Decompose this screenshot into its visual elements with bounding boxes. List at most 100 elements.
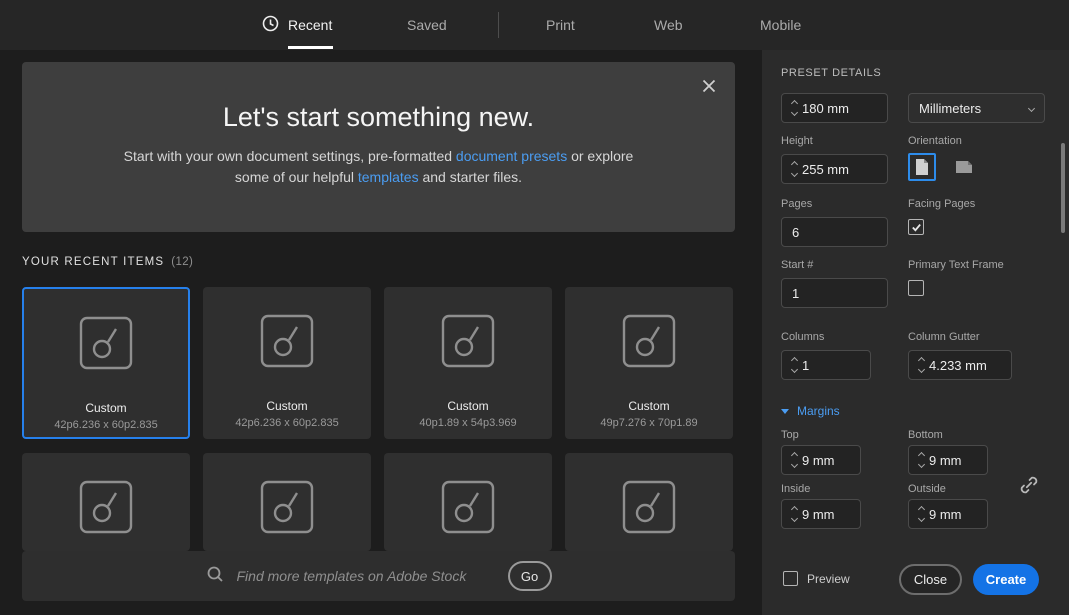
document-thumbnail-icon [78, 479, 134, 540]
template-search-bar: Go [22, 551, 735, 601]
portrait-page-icon [915, 158, 929, 176]
recent-item-card[interactable] [384, 453, 552, 551]
hero-panel: Let's start something new. Start with yo… [22, 62, 735, 232]
search-icon [206, 565, 224, 588]
margin-top-label: Top [781, 429, 799, 441]
pages-field[interactable] [781, 217, 888, 247]
tab-web-label: Web [654, 17, 683, 33]
increment-icon[interactable] [791, 452, 798, 459]
tab-mobile[interactable]: Mobile [760, 0, 801, 50]
height-input[interactable] [802, 162, 887, 177]
decrement-icon[interactable] [918, 461, 925, 468]
document-thumbnail-icon [78, 315, 134, 376]
decrement-icon[interactable] [791, 170, 798, 177]
pages-input[interactable] [782, 225, 887, 240]
pages-label: Pages [781, 198, 812, 210]
orientation-landscape-button[interactable] [950, 153, 978, 181]
stepper-arrows[interactable] [909, 453, 929, 467]
close-icon[interactable] [699, 76, 719, 96]
preview-checkbox[interactable] [783, 571, 798, 586]
margin-bottom-label: Bottom [908, 429, 943, 441]
facing-pages-label: Facing Pages [908, 198, 975, 210]
margin-inside-field[interactable] [781, 499, 861, 529]
start-number-field[interactable] [781, 278, 888, 308]
margin-bottom-input[interactable] [929, 453, 987, 468]
decrement-icon[interactable] [918, 515, 925, 522]
document-thumbnail-icon [259, 479, 315, 540]
increment-icon[interactable] [918, 506, 925, 513]
document-thumbnail-icon [621, 479, 677, 540]
start-number-input[interactable] [782, 286, 887, 301]
increment-icon[interactable] [791, 506, 798, 513]
stepper-arrows[interactable] [782, 507, 802, 521]
go-button[interactable]: Go [508, 561, 552, 591]
templates-link[interactable]: templates [358, 169, 419, 185]
recent-item-card[interactable]: Custom 40p1.89 x 54p3.969 [384, 287, 552, 439]
columns-field[interactable] [781, 350, 871, 380]
tab-mobile-label: Mobile [760, 17, 801, 33]
topbar: Recent Saved Print Web Mobile [0, 0, 1069, 50]
recent-item-card[interactable]: Custom 42p6.236 x 60p2.835 [22, 287, 190, 439]
primary-text-frame-label: Primary Text Frame [908, 259, 1004, 271]
stepper-arrows[interactable] [782, 162, 802, 176]
stepper-arrows[interactable] [909, 507, 929, 521]
facing-pages-checkbox[interactable] [908, 219, 924, 235]
tab-recent[interactable]: Recent [262, 0, 332, 50]
margin-bottom-field[interactable] [908, 445, 988, 475]
increment-icon[interactable] [918, 452, 925, 459]
margin-outside-input[interactable] [929, 507, 987, 522]
column-gutter-field[interactable] [908, 350, 1012, 380]
width-input[interactable] [802, 101, 887, 116]
recent-item-dimensions: 49p7.276 x 70p1.89 [565, 417, 733, 429]
orientation-label: Orientation [908, 135, 962, 147]
margins-section-toggle[interactable]: Margins [781, 404, 840, 418]
recent-items-title: YOUR RECENT ITEMS [22, 256, 164, 268]
stepper-arrows[interactable] [909, 358, 929, 372]
column-gutter-input[interactable] [929, 358, 1011, 373]
recent-item-card[interactable] [203, 453, 371, 551]
margin-top-input[interactable] [802, 453, 860, 468]
link-margins-button[interactable] [1016, 472, 1042, 498]
recent-item-card[interactable] [22, 453, 190, 551]
increment-icon[interactable] [791, 100, 798, 107]
width-field[interactable] [781, 93, 888, 123]
recent-item-dimensions: 42p6.236 x 60p2.835 [203, 417, 371, 429]
height-field[interactable] [781, 154, 888, 184]
columns-input[interactable] [802, 358, 870, 373]
decrement-icon[interactable] [791, 461, 798, 468]
margin-top-field[interactable] [781, 445, 861, 475]
recent-item-card[interactable] [565, 453, 733, 551]
recent-items-heading: YOUR RECENT ITEMS(12) [22, 256, 193, 268]
recent-item-card[interactable]: Custom 42p6.236 x 60p2.835 [203, 287, 371, 439]
tab-print-label: Print [546, 17, 575, 33]
stepper-arrows[interactable] [782, 453, 802, 467]
increment-icon[interactable] [791, 161, 798, 168]
decrement-icon[interactable] [918, 366, 925, 373]
stepper-arrows[interactable] [782, 358, 802, 372]
margin-inside-input[interactable] [802, 507, 860, 522]
increment-icon[interactable] [918, 357, 925, 364]
active-tab-underline [288, 46, 333, 49]
document-presets-link[interactable]: document presets [456, 148, 567, 164]
tab-web[interactable]: Web [654, 0, 683, 50]
close-button[interactable]: Close [899, 564, 962, 595]
decrement-icon[interactable] [791, 366, 798, 373]
increment-icon[interactable] [791, 357, 798, 364]
document-thumbnail-icon [259, 313, 315, 374]
document-thumbnail-icon [440, 313, 496, 374]
tab-saved[interactable]: Saved [407, 0, 447, 50]
create-button[interactable]: Create [973, 564, 1039, 595]
recent-item-dimensions: 40p1.89 x 54p3.969 [384, 417, 552, 429]
decrement-icon[interactable] [791, 109, 798, 116]
stepper-arrows[interactable] [782, 101, 802, 115]
search-input[interactable] [237, 568, 495, 584]
tab-print[interactable]: Print [546, 0, 575, 50]
tab-recent-label: Recent [288, 17, 332, 33]
margin-outside-field[interactable] [908, 499, 988, 529]
units-select[interactable]: Millimeters [908, 93, 1045, 123]
scrollbar[interactable] [1061, 143, 1065, 233]
orientation-portrait-button[interactable] [908, 153, 936, 181]
primary-text-frame-checkbox[interactable] [908, 280, 924, 296]
decrement-icon[interactable] [791, 515, 798, 522]
recent-item-card[interactable]: Custom 49p7.276 x 70p1.89 [565, 287, 733, 439]
